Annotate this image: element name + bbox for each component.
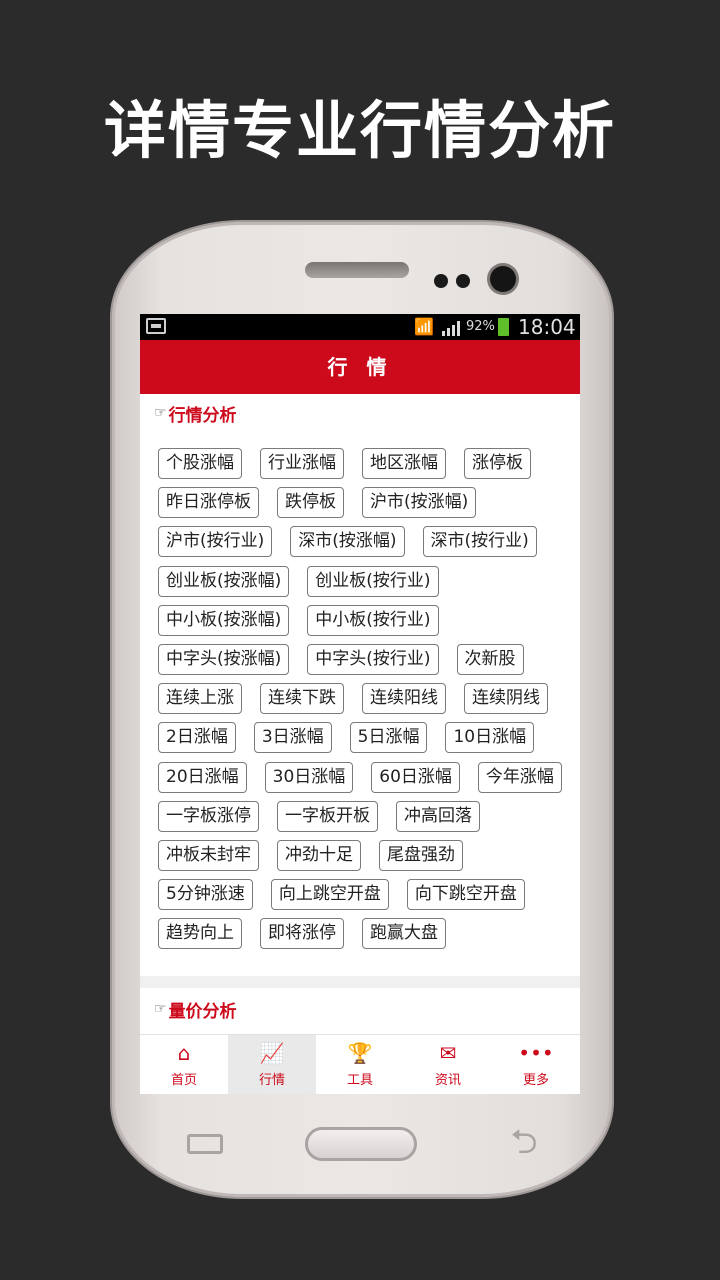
signal-icon	[442, 320, 464, 336]
news-icon: ✉	[439, 1041, 457, 1065]
analysis-tag-button[interactable]: 3日涨幅	[253, 722, 332, 754]
analysis-tag-button[interactable]: 20日涨幅	[158, 761, 247, 793]
tab-trophy[interactable]: 🏆 工具	[316, 1035, 404, 1094]
analysis-tag-button[interactable]: 深市(按涨幅)	[290, 526, 405, 558]
page-title: 行 情	[140, 340, 580, 394]
analysis-tag-button[interactable]: 连续上涨	[158, 683, 242, 715]
analysis-tag-button[interactable]: 个股涨幅	[158, 448, 242, 479]
hardware-menu-button[interactable]	[187, 1134, 223, 1154]
analysis-tag-button[interactable]: 今年涨幅	[477, 761, 562, 793]
analysis-tag-button[interactable]: 涨停板	[464, 448, 531, 479]
section-title[interactable]: 量价分析	[169, 997, 237, 1022]
trophy-icon: 🏆	[347, 1041, 373, 1065]
analysis-tag-button[interactable]: 跑赢大盘	[362, 918, 446, 950]
volume-price-section: ☞ 量价分析	[140, 988, 580, 1034]
analysis-tag-button[interactable]: 30日涨幅	[264, 761, 354, 793]
analysis-tag-button[interactable]: 冲高回落	[396, 800, 480, 832]
more-icon: •••	[518, 1041, 554, 1065]
tag-row: 20日涨幅 30日涨幅 60日涨幅 今年涨幅	[158, 761, 578, 801]
analysis-tag-button[interactable]: 向上跳空开盘	[270, 879, 389, 911]
tag-row: 中字头(按涨幅) 中字头(按行业) 次新股	[158, 643, 578, 683]
analysis-tag-button[interactable]: 连续阳线	[362, 683, 446, 715]
analysis-tag-button[interactable]: 沪市(按涨幅)	[362, 487, 477, 519]
tag-row: 个股涨幅 行业涨幅 地区涨幅 涨停板	[158, 448, 578, 487]
phone-camera	[490, 266, 516, 292]
tag-row: 5分钟涨速 向上跳空开盘 向下跳空开盘	[158, 879, 578, 918]
analysis-tag-button[interactable]: 中字头(按涨幅)	[158, 643, 290, 675]
tag-row: 趋势向上 即将涨停 跑赢大盘	[158, 918, 578, 957]
analysis-tag-button[interactable]: 行业涨幅	[260, 448, 344, 479]
tag-row: 连续上涨 连续下跌 连续阳线 连续阴线	[158, 683, 578, 722]
analysis-tag-button[interactable]: 沪市(按行业)	[158, 526, 273, 558]
analysis-tag-button[interactable]: 5日涨幅	[349, 722, 428, 754]
analysis-tag-button[interactable]: 向下跳空开盘	[406, 879, 525, 911]
battery-icon	[498, 318, 509, 336]
tag-row: 沪市(按行业) 深市(按涨幅) 深市(按行业)	[158, 526, 578, 565]
analysis-tag-button[interactable]: 尾盘强劲	[379, 839, 463, 871]
battery-percent: 92%	[466, 319, 495, 334]
tab-label: 更多	[522, 1073, 549, 1088]
tab-label: 资讯	[434, 1073, 461, 1088]
tab-more[interactable]: ••• 更多	[492, 1035, 580, 1094]
analysis-tag-button[interactable]: 一字板涨停	[158, 800, 259, 832]
tab-label: 工具	[346, 1073, 373, 1088]
analysis-tag-button[interactable]: 深市(按行业)	[422, 526, 537, 558]
analysis-tag-button[interactable]: 中字头(按行业)	[307, 643, 439, 675]
hand-pointer-icon: ☞	[154, 1001, 167, 1017]
hand-pointer-icon: ☞	[154, 405, 167, 421]
tag-row: 冲板未封牢 冲劲十足 尾盘强劲	[158, 839, 578, 879]
status-time: 18:04	[518, 315, 576, 339]
analysis-tag-button[interactable]: 趋势向上	[158, 918, 242, 950]
tab-label: 首页	[170, 1073, 197, 1088]
phone-speaker	[305, 262, 409, 278]
analysis-tag-button[interactable]: 昨日涨停板	[158, 487, 259, 519]
analysis-tag-button[interactable]: 60日涨幅	[371, 761, 460, 793]
analysis-tag-button[interactable]: 2日涨幅	[158, 722, 236, 754]
analysis-tag-button[interactable]: 冲劲十足	[277, 839, 361, 871]
hardware-home-button[interactable]	[305, 1127, 417, 1161]
tab-home[interactable]: ⌂ 首页	[140, 1035, 228, 1094]
section-header: ☞ 行情分析	[154, 400, 237, 426]
analysis-tag-button[interactable]: 连续下跌	[260, 683, 344, 715]
tag-row: 中小板(按涨幅) 中小板(按行业)	[158, 604, 578, 644]
tag-row: 创业板(按涨幅) 创业板(按行业)	[158, 565, 578, 605]
analysis-tag-button[interactable]: 地区涨幅	[362, 448, 446, 479]
analysis-tag-button[interactable]: 中小板(按行业)	[307, 604, 439, 636]
phone-sensor	[456, 274, 470, 288]
analysis-tag-button[interactable]: 5分钟涨速	[158, 879, 253, 911]
analysis-tag-button[interactable]: 10日涨幅	[445, 722, 535, 754]
tab-chart[interactable]: 📈 行情	[228, 1035, 316, 1094]
status-bar: 📶 92% 18:04	[140, 314, 580, 340]
analysis-tag-button[interactable]: 跌停板	[277, 487, 344, 519]
market-analysis-section: ☞ 行情分析 个股涨幅 行业涨幅 地区涨幅 涨停板 昨日涨停板 跌停板 沪市(按涨幅) 沪市(…	[140, 394, 580, 976]
analysis-tag-button[interactable]: 连续阴线	[464, 683, 548, 715]
tag-row: 2日涨幅 3日涨幅 5日涨幅 10日涨幅	[158, 722, 578, 761]
section-title: 行情分析	[168, 405, 237, 426]
tag-row: 一字板涨停 一字板开板 冲高回落	[158, 800, 578, 840]
phone-sensor	[434, 274, 448, 288]
home-icon: ⌂	[177, 1041, 191, 1065]
tab-news[interactable]: ✉ 资讯	[404, 1035, 492, 1094]
wifi-icon: 📶	[414, 317, 434, 336]
analysis-tag-list: 个股涨幅 行业涨幅 地区涨幅 涨停板 昨日涨停板 跌停板 沪市(按涨幅) 沪市(按行业) 深市(…	[158, 448, 578, 957]
analysis-tag-button[interactable]: 冲板未封牢	[158, 839, 259, 871]
analysis-tag-button[interactable]: 创业板(按行业)	[307, 565, 439, 597]
analysis-tag-button[interactable]: 创业板(按涨幅)	[158, 565, 290, 597]
hardware-back-button[interactable]: ⮌	[502, 1122, 546, 1162]
notification-icon	[146, 318, 166, 334]
analysis-tag-button[interactable]: 一字板开板	[277, 800, 378, 832]
chart-icon: 📈	[259, 1041, 285, 1065]
analysis-tag-button[interactable]: 即将涨停	[260, 918, 344, 950]
analysis-tag-button[interactable]: 次新股	[456, 643, 524, 675]
section-header: ☞ 量价分析	[154, 996, 237, 1022]
tag-row: 昨日涨停板 跌停板 沪市(按涨幅)	[158, 487, 578, 526]
analysis-tag-button[interactable]: 中小板(按涨幅)	[158, 604, 290, 636]
bottom-tab-bar: ⌂ 首页 📈 行情 🏆 工具 ✉ 资讯 ••• 更多	[140, 1034, 580, 1094]
phone-screen: 📶 92% 18:04 行 情 ☞ 行情分析 个股涨幅 行业涨幅 地区涨幅 涨停板 昨日…	[140, 314, 580, 1094]
tab-label: 行情	[258, 1073, 285, 1088]
promo-headline: 详情专业行情分析	[103, 94, 616, 167]
